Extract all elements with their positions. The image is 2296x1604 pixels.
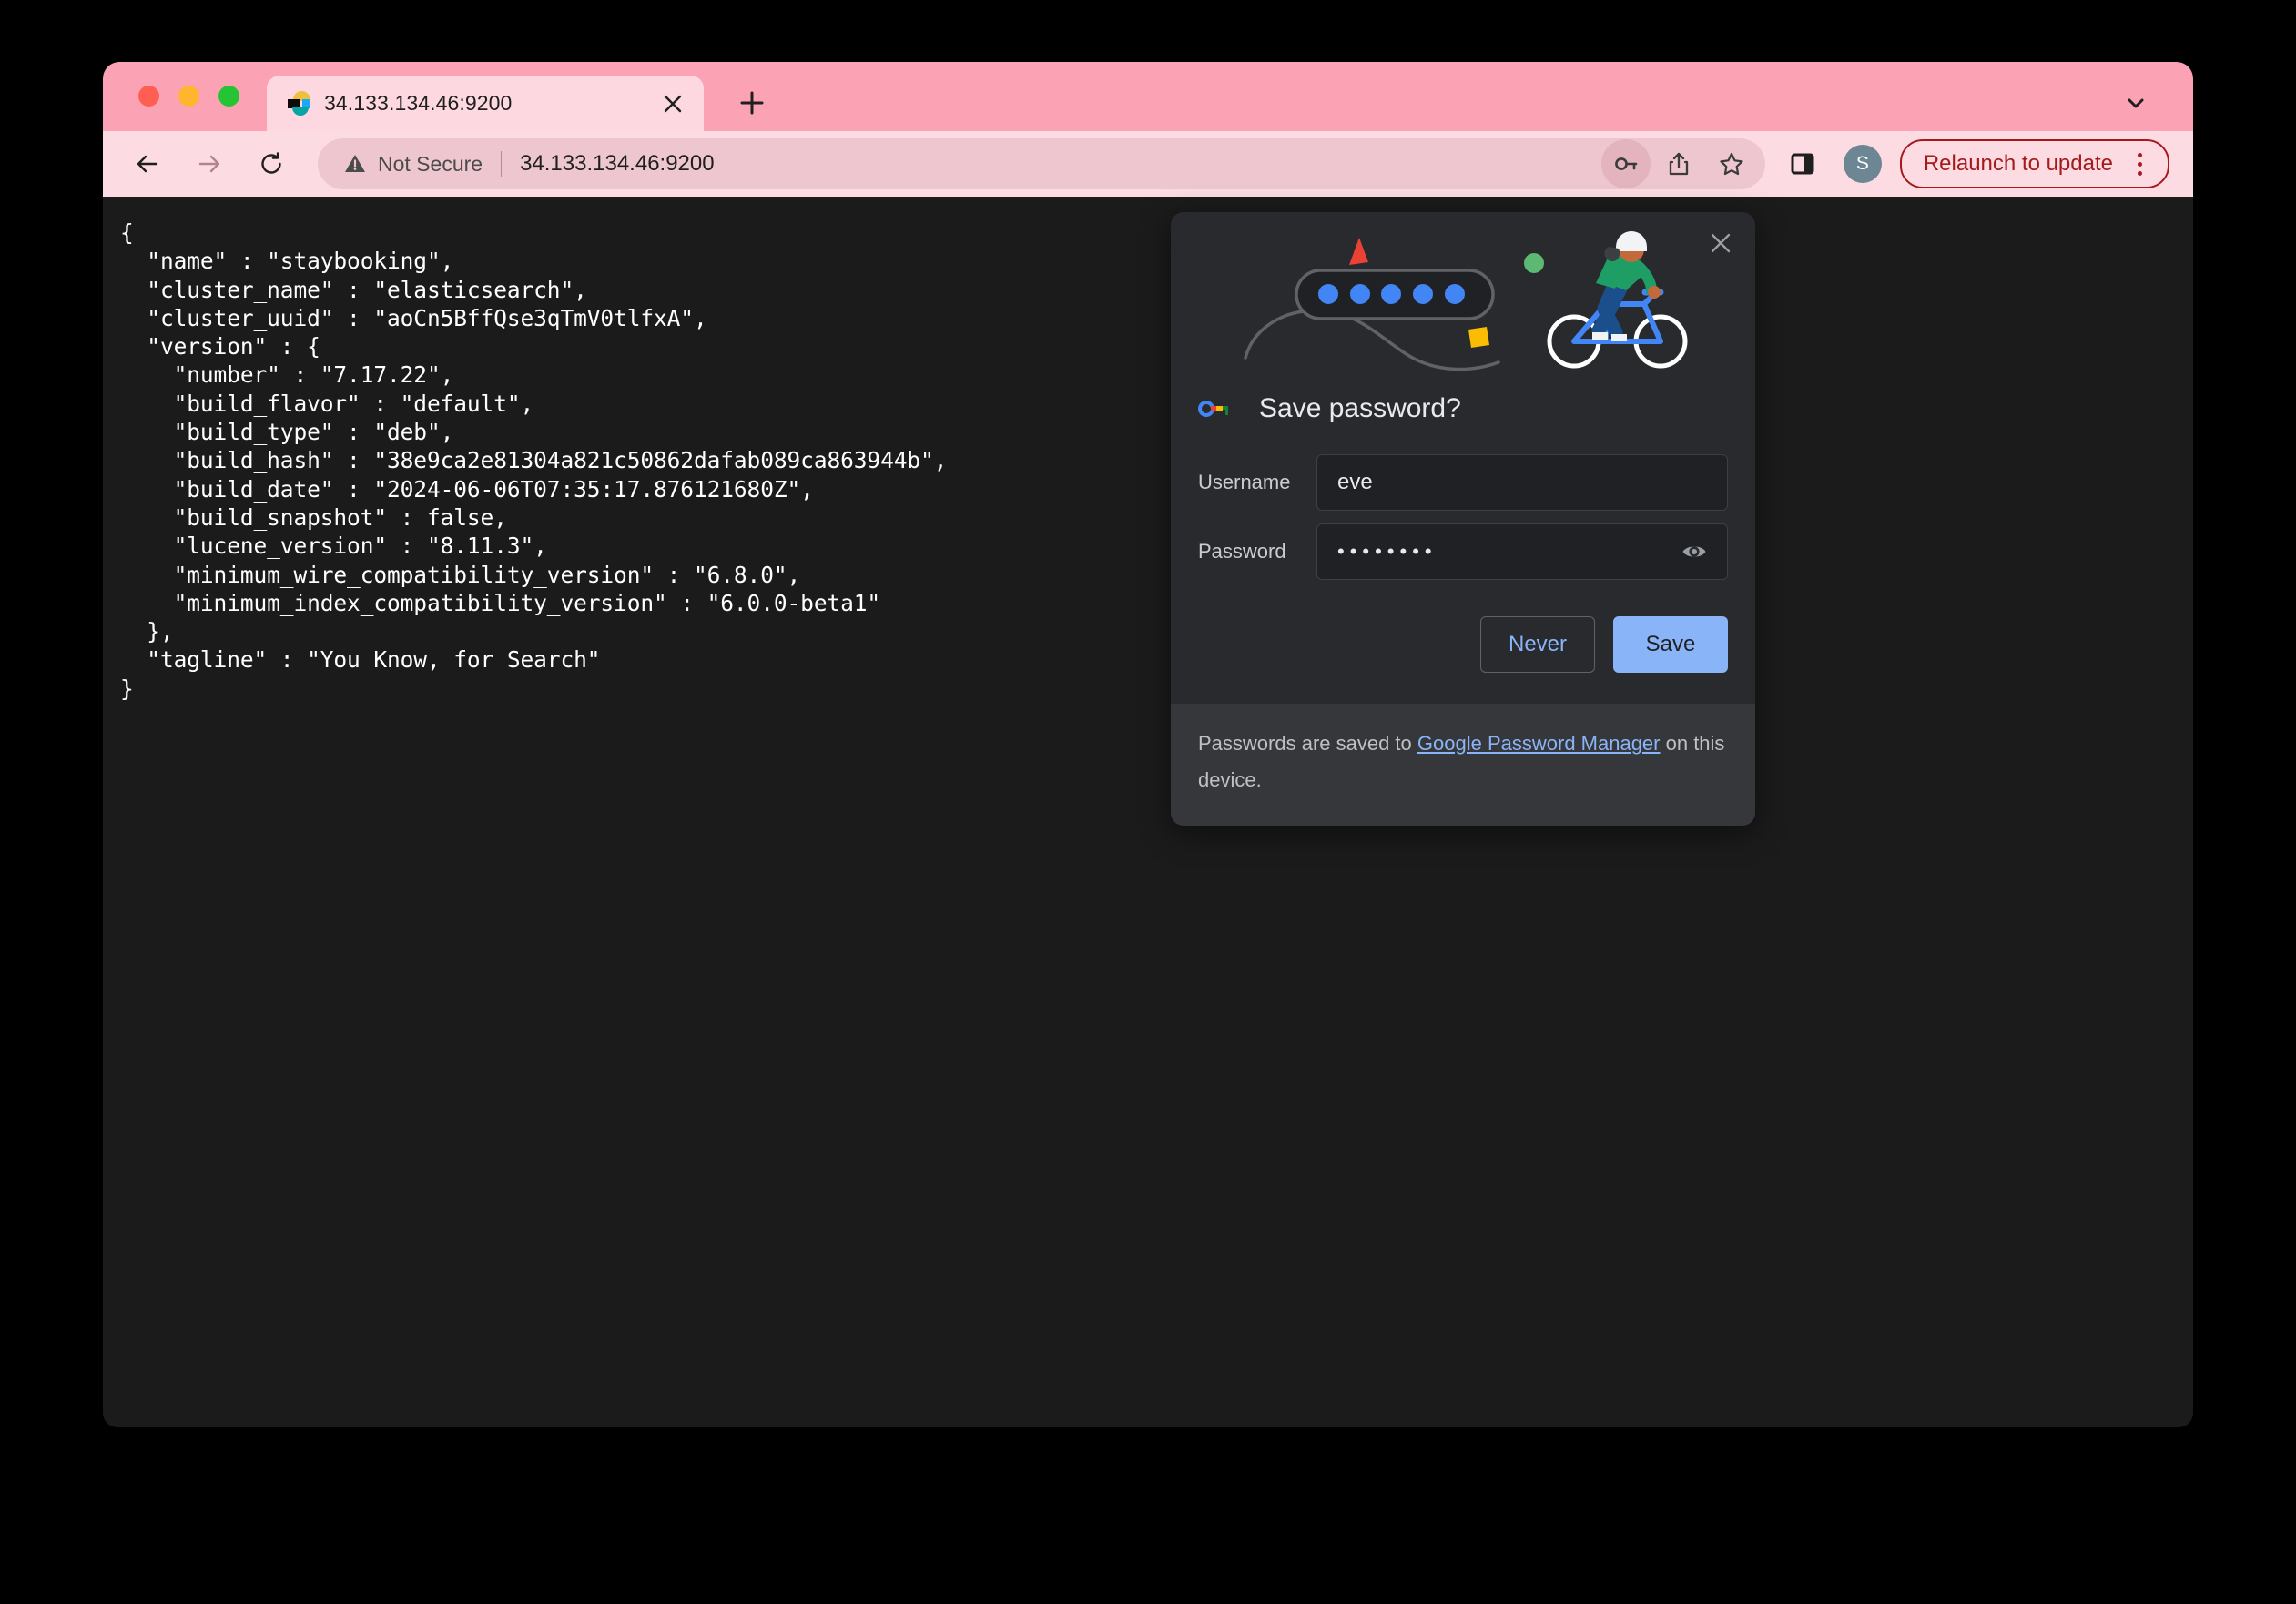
password-masked-value: •••••••• bbox=[1337, 540, 1676, 563]
toolbar-right-actions: S Relaunch to update bbox=[1765, 139, 2193, 188]
footer-prefix: Passwords are saved to bbox=[1198, 732, 1417, 755]
password-input[interactable]: •••••••• bbox=[1316, 523, 1728, 580]
warning-triangle-icon bbox=[343, 152, 367, 176]
dialog-footer: Passwords are saved to Google Password M… bbox=[1171, 704, 1755, 826]
close-icon[interactable] bbox=[655, 86, 691, 122]
security-status-label: Not Secure bbox=[378, 152, 483, 177]
page-content: { "name" : "staybooking", "cluster_name"… bbox=[103, 197, 2193, 1427]
side-panel-icon[interactable] bbox=[1778, 139, 1827, 188]
relaunch-to-update-button[interactable]: Relaunch to update bbox=[1900, 139, 2169, 188]
minimize-window-button[interactable] bbox=[178, 86, 199, 107]
relaunch-label: Relaunch to update bbox=[1924, 151, 2113, 177]
password-label: Password bbox=[1198, 540, 1316, 563]
dialog-header bbox=[1171, 212, 1755, 383]
browser-window: 34.133.134.46:9200 bbox=[103, 62, 2193, 1427]
cyclist-and-password-field-illustration bbox=[1171, 212, 1755, 383]
new-tab-button[interactable] bbox=[731, 82, 773, 124]
omnibox-divider bbox=[501, 151, 502, 177]
close-icon[interactable] bbox=[1699, 221, 1742, 265]
close-window-button[interactable] bbox=[138, 86, 159, 107]
username-row: Username eve bbox=[1198, 454, 1728, 511]
username-value: eve bbox=[1337, 470, 1712, 495]
elastic-logo-icon bbox=[287, 91, 310, 116]
back-arrow-icon[interactable] bbox=[123, 139, 172, 188]
username-input[interactable]: eve bbox=[1316, 454, 1728, 511]
save-password-dialog: Save password? Username eve Password •••… bbox=[1171, 212, 1755, 826]
elasticsearch-json-response: { "name" : "staybooking", "cluster_name"… bbox=[120, 218, 947, 703]
address-bar[interactable]: Not Secure 34.133.134.46:9200 bbox=[318, 138, 1765, 189]
key-icon[interactable] bbox=[1601, 139, 1651, 188]
tab-strip: 34.133.134.46:9200 bbox=[103, 62, 2193, 131]
credential-fields: Username eve Password •••••••• bbox=[1171, 434, 1755, 580]
dialog-title: Save password? bbox=[1259, 393, 1461, 424]
never-button[interactable]: Never bbox=[1480, 616, 1595, 673]
omnibox-actions bbox=[1601, 139, 1756, 188]
kebab-menu-icon[interactable] bbox=[2124, 148, 2155, 179]
avatar[interactable]: S bbox=[1844, 145, 1882, 183]
save-button[interactable]: Save bbox=[1613, 616, 1728, 673]
zoom-window-button[interactable] bbox=[218, 86, 239, 107]
username-label: Username bbox=[1198, 471, 1316, 494]
password-row: Password •••••••• bbox=[1198, 523, 1728, 580]
reload-icon[interactable] bbox=[247, 139, 296, 188]
browser-tab[interactable]: 34.133.134.46:9200 bbox=[267, 76, 704, 131]
google-password-manager-link[interactable]: Google Password Manager bbox=[1417, 732, 1661, 755]
forward-arrow-icon[interactable] bbox=[185, 139, 234, 188]
dialog-actions: Never Save bbox=[1171, 593, 1755, 704]
tab-title: 34.133.134.46:9200 bbox=[324, 91, 655, 116]
dialog-title-row: Save password? bbox=[1171, 383, 1755, 434]
browser-toolbar: Not Secure 34.133.134.46:9200 bbox=[103, 131, 2193, 197]
google-password-manager-key-icon bbox=[1198, 398, 1233, 420]
chevron-down-icon[interactable] bbox=[2115, 82, 2157, 124]
share-icon[interactable] bbox=[1654, 139, 1703, 188]
window-traffic-lights bbox=[138, 86, 239, 107]
url-text[interactable]: 34.133.134.46:9200 bbox=[520, 151, 1601, 177]
star-icon[interactable] bbox=[1707, 139, 1756, 188]
eye-icon[interactable] bbox=[1676, 533, 1712, 570]
